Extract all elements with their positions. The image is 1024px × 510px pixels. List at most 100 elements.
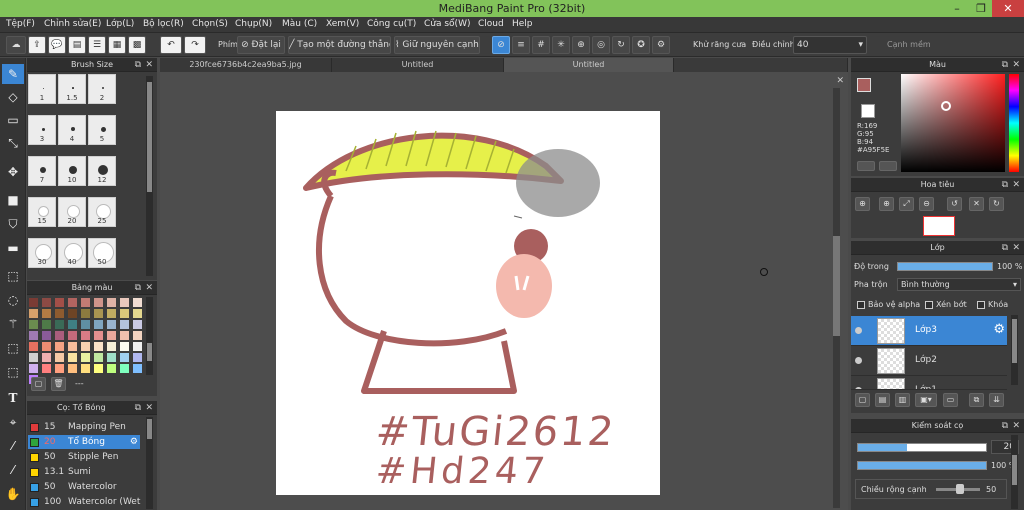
restore-button[interactable]: ❐ <box>968 0 994 17</box>
palette-swatch[interactable] <box>107 331 116 340</box>
palette-swatch[interactable] <box>42 364 51 373</box>
palette-swatch[interactable] <box>81 309 90 318</box>
brush-tool-icon[interactable]: ✎ <box>2 64 24 84</box>
hand-tool-icon[interactable]: ✋ <box>2 484 24 504</box>
brush-size-cell[interactable]: 20 <box>58 197 86 227</box>
palette-swatch[interactable] <box>94 331 103 340</box>
menu-filter[interactable]: Bộ lọc(R) <box>143 19 184 29</box>
scroll-thumb[interactable] <box>1012 455 1017 485</box>
palette-swatch[interactable] <box>107 353 116 362</box>
zoom-in2-icon[interactable]: ⊕ <box>879 197 894 211</box>
popout-icon[interactable]: ⧉ <box>135 58 141 72</box>
protect-alpha-checkbox[interactable] <box>857 301 865 309</box>
brush-opacity-slider[interactable] <box>857 461 987 470</box>
palette-swatch[interactable] <box>68 353 77 362</box>
palette-swatch[interactable] <box>55 353 64 362</box>
palette-swatch[interactable] <box>68 364 77 373</box>
menu-layer[interactable]: Lớp(L) <box>106 19 134 29</box>
palette-swatch[interactable] <box>42 309 51 318</box>
dropper2-icon[interactable]: ⁄ <box>2 460 24 480</box>
comment-icon[interactable]: 💬 <box>48 36 66 54</box>
popout-icon[interactable]: ⧉ <box>1002 58 1008 72</box>
eraser-tool-icon[interactable]: ◇ <box>2 87 24 107</box>
swap-color-button[interactable] <box>879 161 897 171</box>
layer-row[interactable]: Lớp2 <box>851 346 1007 376</box>
delete-palette-icon[interactable]: 🗑 <box>51 377 66 391</box>
fill-rect-tool-icon[interactable]: ■ <box>2 190 24 210</box>
new-8bit-layer-icon[interactable]: ▥ <box>895 393 910 407</box>
palette-swatch[interactable] <box>55 331 64 340</box>
brush-control-scrollbar[interactable] <box>1011 435 1018 509</box>
palette-swatch[interactable] <box>68 309 77 318</box>
palette-swatch[interactable] <box>120 309 129 318</box>
close-button[interactable]: ✕ <box>992 0 1024 17</box>
add-palette-icon[interactable]: ▢ <box>31 377 46 391</box>
brush-list-item[interactable]: 20 Tổ Bóng ⚙ <box>28 435 140 449</box>
brush-size-cell[interactable]: 1.5 <box>58 74 86 104</box>
palette-swatch[interactable] <box>133 309 142 318</box>
snap-settings-icon[interactable]: ⚙ <box>652 36 670 54</box>
palette-swatch[interactable] <box>29 331 38 340</box>
brush-size-cell[interactable]: 10 <box>58 156 86 186</box>
brush-list-item[interactable]: 15 Mapping Pen <box>28 420 140 434</box>
tab-document-3[interactable]: Untitled <box>504 58 674 72</box>
palette-swatch[interactable] <box>133 342 142 351</box>
palette-swatch[interactable] <box>81 342 90 351</box>
rotate-right-icon[interactable]: ↻ <box>989 197 1004 211</box>
layer-scrollbar[interactable] <box>1011 315 1018 385</box>
palette-swatch[interactable] <box>133 364 142 373</box>
palette-scrollbar[interactable] <box>146 297 153 375</box>
move-tool-icon[interactable]: ✥ <box>2 162 24 182</box>
brush-list-item[interactable]: 100 Watercolor (Wet <box>28 495 140 509</box>
color-saturation-field[interactable] <box>901 74 1005 172</box>
scroll-thumb[interactable] <box>833 236 840 336</box>
palette-swatch[interactable] <box>42 298 51 307</box>
palette-swatch[interactable] <box>107 298 116 307</box>
brush-list-item[interactable]: 50 Stipple Pen <box>28 450 140 464</box>
brush-size-cell[interactable]: 25 <box>88 197 116 227</box>
palette-swatch[interactable] <box>94 298 103 307</box>
gradient-tool-icon[interactable]: ▬ <box>2 238 24 258</box>
snap-vanishing-icon[interactable]: ✪ <box>632 36 650 54</box>
duplicate-layer-icon[interactable]: ⧉ <box>969 393 984 407</box>
brush-size-cell[interactable]: 12 <box>88 156 116 186</box>
scroll-thumb[interactable] <box>1012 319 1017 363</box>
palette-swatch[interactable] <box>120 320 129 329</box>
close-tab-icon[interactable]: ✕ <box>836 76 844 86</box>
palette-swatch[interactable] <box>42 353 51 362</box>
grid-icon[interactable]: ▩ <box>128 36 146 54</box>
brush-size-cell[interactable]: 50 <box>88 238 116 268</box>
menu-view[interactable]: Xem(V) <box>326 19 359 29</box>
palette-swatch[interactable] <box>81 364 90 373</box>
palette-swatch[interactable] <box>55 364 64 373</box>
navigator-preview[interactable] <box>923 216 955 236</box>
fit-icon[interactable]: ⤢ <box>899 197 914 211</box>
close-panel-icon[interactable]: ✕ <box>1012 178 1020 192</box>
adjust-dropdown[interactable]: 40 ▾ <box>793 36 867 54</box>
gear-icon[interactable]: ⚙ <box>130 435 138 449</box>
snap-ellipse-icon[interactable]: ⊕ <box>572 36 590 54</box>
popout-icon[interactable]: ⧉ <box>135 401 141 415</box>
scroll-thumb[interactable] <box>147 82 152 192</box>
palette-swatch[interactable] <box>133 298 142 307</box>
zoom-in-icon[interactable]: ⊕ <box>855 197 870 211</box>
dot-tool-icon[interactable]: ⤡ <box>2 133 24 153</box>
palette-swatch[interactable] <box>55 309 64 318</box>
lock-checkbox[interactable] <box>977 301 985 309</box>
palette-swatch[interactable] <box>29 320 38 329</box>
clipping-checkbox[interactable] <box>925 301 933 309</box>
brush-size-cell[interactable]: 1 <box>28 74 56 104</box>
close-panel-icon[interactable]: ✕ <box>1012 58 1020 72</box>
palette-swatch[interactable] <box>42 342 51 351</box>
tab-document-2[interactable]: Untitled <box>332 58 504 72</box>
visibility-icon[interactable] <box>855 387 862 389</box>
brush-size-cell[interactable]: 2 <box>88 74 116 104</box>
menu-color[interactable]: Màu (C) <box>282 19 317 29</box>
color-picker-handle[interactable] <box>941 101 951 111</box>
brush-size-cell[interactable]: 15 <box>28 197 56 227</box>
menu-edit[interactable]: Chỉnh sửa(E) <box>44 19 101 29</box>
page-icon[interactable]: ▦ <box>108 36 126 54</box>
blend-dropdown[interactable]: Bình thường ▾ <box>897 278 1021 291</box>
eyedropper-icon[interactable]: ⁄ <box>2 436 24 456</box>
menu-window[interactable]: Cửa sổ(W) <box>424 19 470 29</box>
